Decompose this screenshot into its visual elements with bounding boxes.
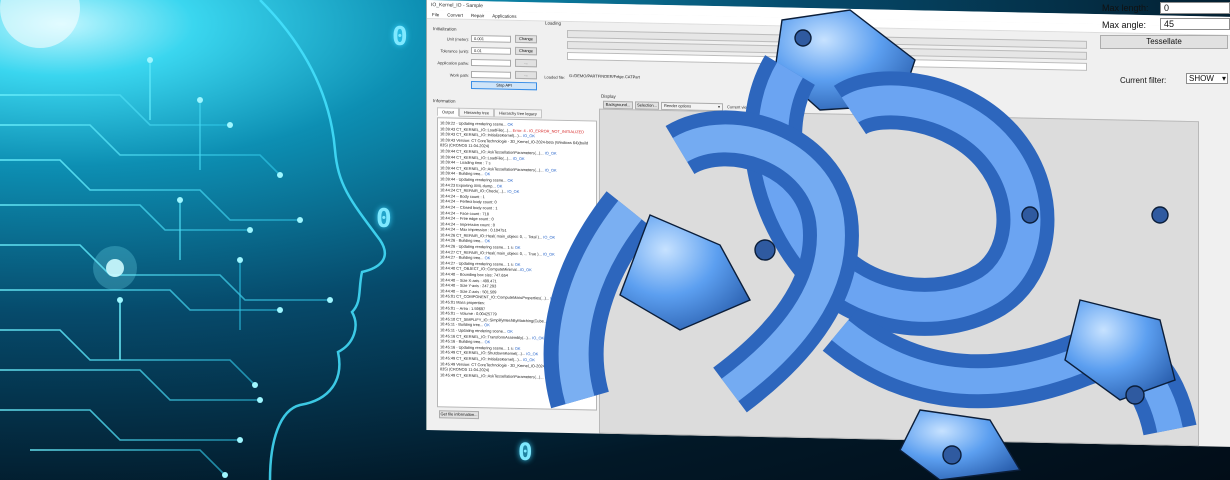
- log-line-status: OK: [484, 255, 491, 261]
- unit-label: Unit (meter):: [446, 36, 469, 42]
- log-line-status: OK: [484, 339, 491, 345]
- tab-hierarchy-tree[interactable]: Hierarchy tree: [459, 107, 495, 118]
- menu-repair[interactable]: Repair: [471, 12, 484, 17]
- window-title: IO_Kernel_IO - Sample: [431, 2, 483, 10]
- log-line-status: OK: [507, 328, 513, 334]
- initialization-group-title: Initialization: [433, 26, 457, 32]
- information-group-title: Information: [433, 98, 456, 104]
- log-line-status: OK: [484, 238, 491, 244]
- menu-applications[interactable]: Applications: [492, 13, 516, 19]
- exhaust-manifold-3d-model: [543, 9, 1197, 480]
- binary-digit: 0: [392, 22, 408, 52]
- get-file-information-button[interactable]: Get file information...: [439, 410, 479, 420]
- binary-digit: 0: [376, 204, 392, 234]
- work-path-label: Work path:: [449, 72, 469, 78]
- tolerance-label: Tolerance (unit):: [440, 48, 469, 54]
- tab-output[interactable]: Output: [437, 107, 460, 117]
- menu-file[interactable]: File: [432, 12, 439, 17]
- work-path-input[interactable]: [471, 70, 511, 79]
- log-line-status: OK: [484, 171, 491, 177]
- application-paths-label: Application paths:: [437, 60, 469, 66]
- log-line-status: OK: [484, 322, 490, 328]
- log-line-status: OK: [496, 183, 503, 189]
- unit-input[interactable]: 0.001: [471, 34, 511, 43]
- tolerance-input[interactable]: 0.01: [471, 46, 511, 55]
- log-line-status: OK: [507, 121, 514, 127]
- log-line-status: OK: [507, 177, 514, 183]
- log-line-status: IO_OK: [507, 188, 520, 195]
- application-paths-input[interactable]: [471, 58, 511, 67]
- menu-convert[interactable]: Convert: [447, 12, 463, 17]
